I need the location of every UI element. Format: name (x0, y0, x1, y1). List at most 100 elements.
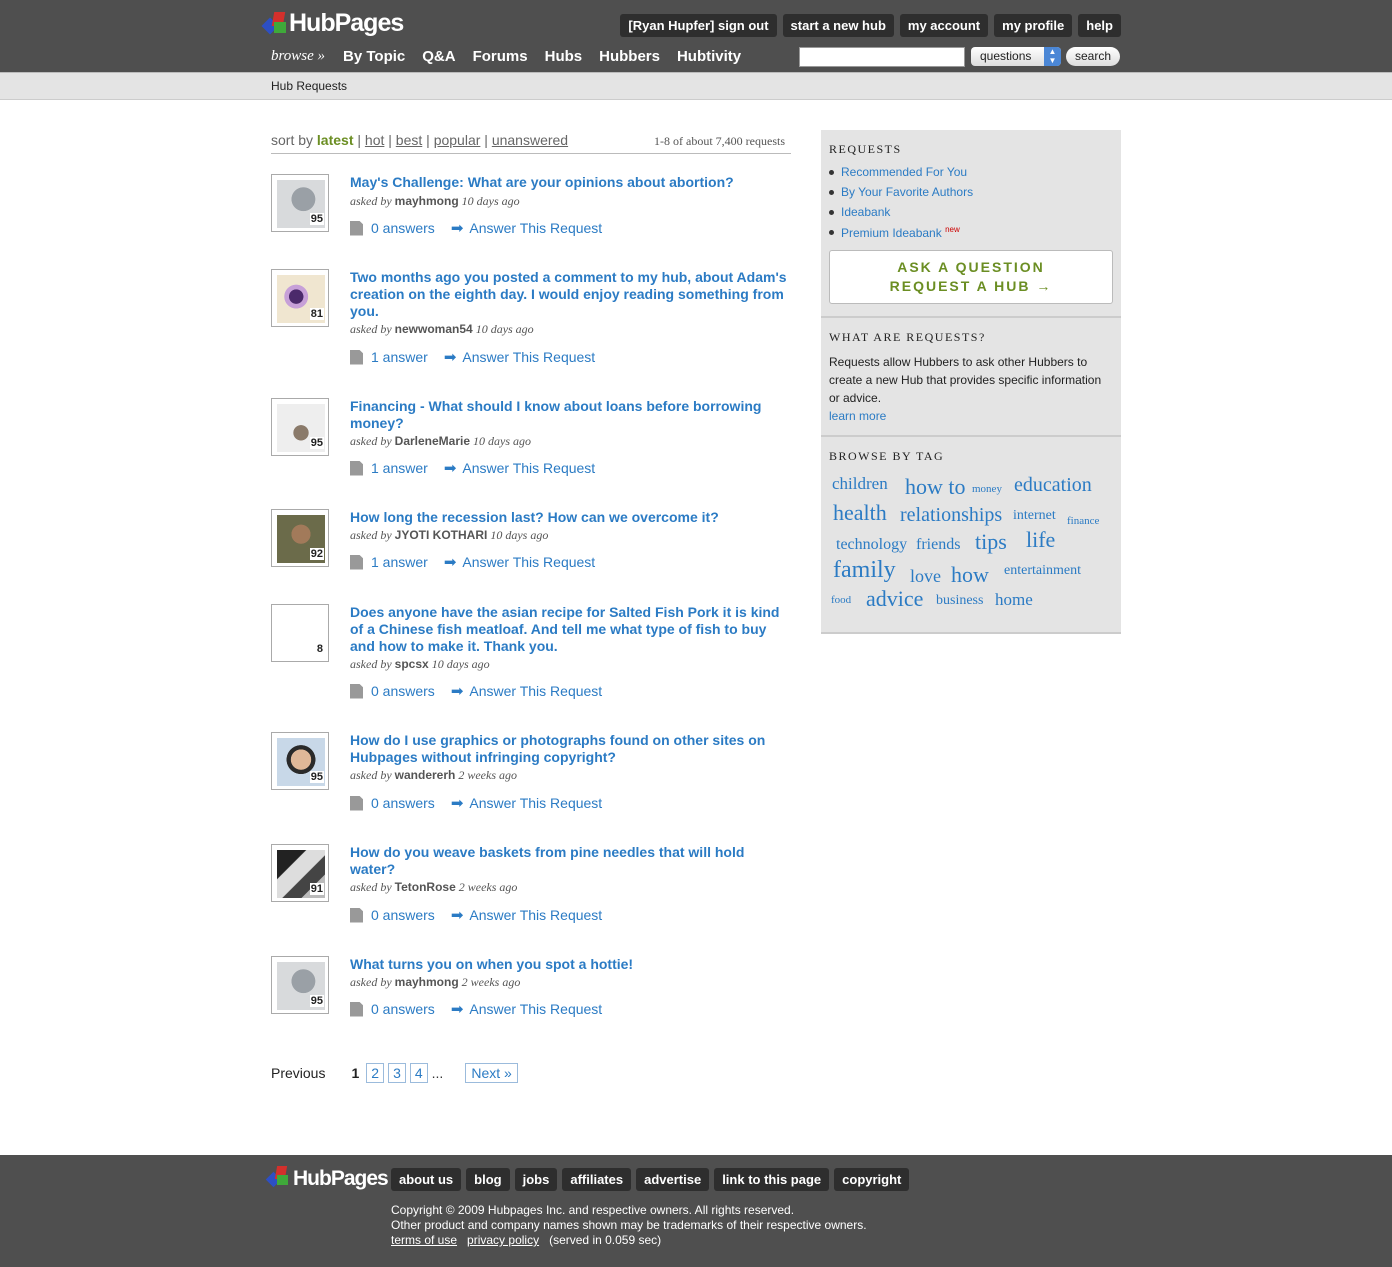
answers-link[interactable]: 0 answers (371, 220, 435, 236)
sort-hot[interactable]: hot (365, 132, 384, 148)
author-link[interactable]: JYOTI KOTHARI (395, 528, 488, 542)
tag-link[interactable]: life (1026, 527, 1055, 553)
tag-link[interactable]: food (831, 594, 851, 606)
link-to-page-link[interactable]: link to this page (714, 1168, 830, 1191)
tag-link[interactable]: how (951, 562, 989, 588)
answers-link[interactable]: 1 answer (371, 460, 428, 476)
answers-link[interactable]: 0 answers (371, 795, 435, 811)
page-2-link[interactable]: 2 (366, 1063, 385, 1083)
tag-link[interactable]: business (936, 593, 983, 609)
tag-link[interactable]: technology (836, 536, 907, 554)
avatar[interactable]: 95 (271, 956, 329, 1014)
request-title[interactable]: How long the recession last? How can we … (350, 509, 790, 526)
learn-more-link[interactable]: learn more (829, 409, 886, 423)
answer-request-link[interactable]: Answer This Request (462, 554, 595, 570)
request-title[interactable]: What turns you on when you spot a hottie… (350, 956, 790, 973)
page-4-link[interactable]: 4 (409, 1063, 428, 1083)
author-link[interactable]: spcsx (395, 657, 429, 671)
answer-request-link[interactable]: Answer This Request (462, 349, 595, 365)
tag-link[interactable]: tips (975, 529, 1007, 555)
tag-link[interactable]: money (972, 483, 1002, 495)
search-button[interactable]: search (1066, 47, 1120, 66)
author-link[interactable]: mayhmong (395, 194, 459, 208)
tag-link[interactable]: family (833, 557, 896, 584)
search-type-select[interactable]: questions ▲ ▼ (971, 47, 1061, 66)
about-us-link[interactable]: about us (391, 1168, 462, 1191)
terms-link[interactable]: terms of use (391, 1233, 457, 1247)
author-link[interactable]: TetonRose (395, 880, 456, 894)
footer-logo[interactable]: HubPages (265, 1166, 389, 1191)
affiliates-link[interactable]: affiliates (562, 1168, 632, 1191)
recommended-link[interactable]: Recommended For You (841, 165, 967, 179)
tag-link[interactable]: internet (1013, 508, 1056, 524)
sign-out-button[interactable]: [Ryan Hupfer] sign out (620, 14, 777, 37)
avatar[interactable]: 91 (271, 844, 329, 902)
tag-link[interactable]: relationships (900, 504, 1002, 527)
privacy-link[interactable]: privacy policy (467, 1233, 539, 1247)
answers-link[interactable]: 1 answer (371, 349, 428, 365)
ask-question-button[interactable]: ASK A QUESTION (830, 258, 1112, 277)
avatar[interactable]: 8 (271, 604, 329, 662)
answer-request-link[interactable]: Answer This Request (469, 683, 602, 699)
request-title[interactable]: Two months ago you posted a comment to m… (350, 269, 790, 320)
nav-by-topic[interactable]: By Topic (343, 48, 405, 65)
request-title[interactable]: How do you weave baskets from pine needl… (350, 844, 790, 878)
answers-link[interactable]: 1 answer (371, 554, 428, 570)
answers-link[interactable]: 0 answers (371, 907, 435, 923)
tag-link[interactable]: home (995, 590, 1033, 610)
nav-forums[interactable]: Forums (473, 48, 528, 65)
nav-hubtivity[interactable]: Hubtivity (677, 48, 741, 65)
answer-request-link[interactable]: Answer This Request (469, 1001, 602, 1017)
nav-qa[interactable]: Q&A (422, 48, 455, 65)
answers-link[interactable]: 0 answers (371, 683, 435, 699)
start-new-hub-button[interactable]: start a new hub (782, 14, 894, 37)
hubpages-logo[interactable]: HubPages (261, 9, 404, 38)
blog-link[interactable]: blog (466, 1168, 510, 1191)
tag-link[interactable]: how to (905, 474, 966, 500)
next-page-link[interactable]: Next » (465, 1063, 518, 1083)
avatar[interactable]: 95 (271, 174, 329, 232)
sort-best[interactable]: best (396, 132, 422, 148)
answers-link[interactable]: 0 answers (371, 1001, 435, 1017)
answer-request-link[interactable]: Answer This Request (469, 795, 602, 811)
copyright-link[interactable]: copyright (834, 1168, 910, 1191)
nav-hubs[interactable]: Hubs (545, 48, 583, 65)
advertise-link[interactable]: advertise (636, 1168, 710, 1191)
tag-link[interactable]: finance (1067, 515, 1099, 527)
request-hub-button[interactable]: REQUEST A HUB → (830, 277, 1112, 296)
avatar[interactable]: 95 (271, 732, 329, 790)
tag-link[interactable]: advice (866, 586, 923, 612)
tag-link[interactable]: education (1014, 474, 1092, 497)
tag-link[interactable]: entertainment (1004, 563, 1081, 579)
tag-link[interactable]: health (833, 500, 887, 526)
author-link[interactable]: mayhmong (395, 975, 459, 989)
avatar[interactable]: 81 (271, 269, 329, 327)
nav-hubbers[interactable]: Hubbers (599, 48, 660, 65)
help-button[interactable]: help (1078, 14, 1121, 37)
jobs-link[interactable]: jobs (514, 1168, 558, 1191)
tag-link[interactable]: children (832, 474, 888, 494)
author-link[interactable]: wandererh (395, 768, 456, 782)
my-profile-button[interactable]: my profile (994, 14, 1073, 37)
favorite-authors-link[interactable]: By Your Favorite Authors (841, 185, 973, 199)
page-3-link[interactable]: 3 (388, 1063, 406, 1083)
answer-request-link[interactable]: Answer This Request (469, 907, 602, 923)
breadcrumb[interactable]: Hub Requests (271, 79, 347, 93)
answer-request-link[interactable]: Answer This Request (469, 220, 602, 236)
answer-request-link[interactable]: Answer This Request (462, 460, 595, 476)
request-title[interactable]: Does anyone have the asian recipe for Sa… (350, 604, 790, 655)
author-link[interactable]: DarleneMarie (395, 434, 470, 448)
my-account-button[interactable]: my account (899, 14, 989, 37)
request-title[interactable]: Financing - What should I know about loa… (350, 398, 790, 432)
ideabank-link[interactable]: Ideabank (841, 205, 890, 219)
tag-link[interactable]: friends (916, 536, 960, 554)
sort-popular[interactable]: popular (434, 132, 481, 148)
sort-latest[interactable]: latest (317, 132, 354, 148)
request-title[interactable]: How do I use graphics or photographs fou… (350, 732, 790, 766)
avatar[interactable]: 95 (271, 398, 329, 456)
sort-unanswered[interactable]: unanswered (492, 132, 568, 148)
premium-ideabank-link[interactable]: Premium Ideabank (841, 226, 942, 240)
search-input[interactable] (799, 47, 965, 67)
tag-link[interactable]: love (910, 566, 941, 587)
request-title[interactable]: May's Challenge: What are your opinions … (350, 174, 790, 191)
